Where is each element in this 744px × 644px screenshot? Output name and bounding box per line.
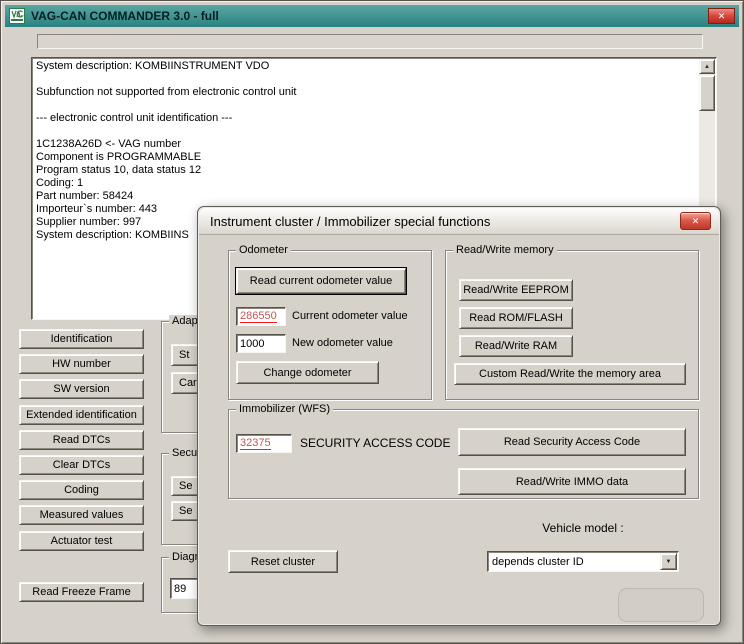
custom-read-write-memory-button[interactable]: Custom Read/Write the memory area bbox=[454, 363, 686, 385]
identification-button[interactable]: Identification bbox=[19, 329, 144, 349]
log-line bbox=[36, 99, 697, 112]
log-line: Subfunction not supported from electroni… bbox=[36, 86, 697, 99]
screen: VAG-CAN COMMANDER 3.0 - full ✕ System de… bbox=[0, 0, 744, 644]
dialog-titlebar[interactable]: Instrument cluster / Immobilizer special… bbox=[199, 208, 719, 235]
vehicle-model-select[interactable]: depends cluster ID ▼ bbox=[487, 551, 679, 572]
diagnostic-address-input[interactable]: 89 bbox=[170, 578, 198, 599]
main-window: VAG-CAN COMMANDER 3.0 - full ✕ System de… bbox=[0, 0, 744, 644]
read-write-eeprom-button[interactable]: Read/Write EEPROM bbox=[459, 279, 573, 301]
dialog-close-icon[interactable]: ✕ bbox=[680, 212, 711, 230]
odometer-group-label: Odometer bbox=[236, 244, 291, 257]
security-access-code-value: 32375 bbox=[240, 437, 271, 450]
window-title: VAG-CAN COMMANDER 3.0 - full bbox=[31, 9, 219, 23]
log-line: Part number: 58424 bbox=[36, 190, 697, 203]
current-odometer-label: Current odometer value bbox=[292, 310, 408, 323]
immobilizer-group-label: Immobilizer (WFS) bbox=[236, 403, 333, 416]
new-odometer-input[interactable]: 1000 bbox=[236, 334, 286, 353]
coding-button[interactable]: Coding bbox=[19, 480, 144, 500]
dialog-title: Instrument cluster / Immobilizer special… bbox=[210, 214, 490, 229]
log-line: Coding: 1 bbox=[36, 177, 697, 190]
immobilizer-group: Immobilizer (WFS) 32375 SECURITY ACCESS … bbox=[228, 409, 699, 499]
log-line bbox=[36, 125, 697, 138]
read-write-ram-button[interactable]: Read/Write RAM bbox=[459, 335, 573, 357]
close-icon[interactable]: ✕ bbox=[708, 8, 735, 24]
adaptation-group-label: Adap bbox=[169, 315, 201, 328]
scrollbar-thumb[interactable] bbox=[699, 75, 715, 111]
current-odometer-value: 286550 bbox=[240, 310, 277, 323]
memory-group-label: Read/Write memory bbox=[453, 244, 557, 257]
diagnostic-address-value: 89 bbox=[174, 583, 186, 595]
log-line: System description: KOMBIINSTRUMENT VDO bbox=[36, 60, 697, 73]
reset-cluster-button[interactable]: Reset cluster bbox=[228, 550, 338, 573]
odometer-group: Odometer Read current odometer value 286… bbox=[228, 250, 432, 400]
change-odometer-button[interactable]: Change odometer bbox=[236, 361, 379, 384]
vehicle-model-selected-value: depends cluster ID bbox=[492, 556, 584, 568]
measured-values-button[interactable]: Measured values bbox=[19, 505, 144, 525]
extended-identification-button[interactable]: Extended identification bbox=[19, 405, 144, 425]
new-odometer-label: New odometer value bbox=[292, 337, 393, 350]
corner-panel bbox=[618, 588, 704, 622]
read-rom-flash-button[interactable]: Read ROM/FLASH bbox=[459, 307, 573, 329]
memory-group: Read/Write memory Read/Write EEPROM Read… bbox=[445, 250, 699, 400]
log-line: 1C1238A26D <- VAG number bbox=[36, 138, 697, 151]
new-odometer-value: 1000 bbox=[240, 338, 264, 350]
progress-bar bbox=[37, 34, 703, 49]
security-access-code-input[interactable]: 32375 bbox=[236, 434, 292, 453]
hw-number-button[interactable]: HW number bbox=[19, 354, 144, 374]
actuator-test-button[interactable]: Actuator test bbox=[19, 531, 144, 551]
chevron-down-icon[interactable]: ▼ bbox=[660, 553, 677, 570]
main-titlebar[interactable]: VAG-CAN COMMANDER 3.0 - full ✕ bbox=[5, 5, 739, 27]
sw-version-button[interactable]: SW version bbox=[19, 379, 144, 399]
security-group-label: Secu bbox=[169, 447, 200, 460]
log-line bbox=[36, 73, 697, 86]
read-security-access-code-button[interactable]: Read Security Access Code bbox=[458, 428, 686, 456]
scrollbar-up-icon[interactable]: ▲ bbox=[699, 59, 715, 74]
read-freeze-frame-button[interactable]: Read Freeze Frame bbox=[19, 582, 144, 602]
read-write-immo-data-button[interactable]: Read/Write IMMO data bbox=[458, 468, 686, 495]
special-functions-dialog: Instrument cluster / Immobilizer special… bbox=[197, 206, 721, 626]
vehicle-model-label: Vehicle model : bbox=[487, 522, 679, 535]
clear-dtcs-button[interactable]: Clear DTCs bbox=[19, 455, 144, 475]
log-line: Program status 10, data status 12 bbox=[36, 164, 697, 177]
read-dtcs-button[interactable]: Read DTCs bbox=[19, 430, 144, 450]
security-access-code-label: SECURITY ACCESS CODE bbox=[300, 437, 450, 450]
current-odometer-input[interactable]: 286550 bbox=[236, 307, 286, 326]
log-line: Component is PROGRAMMABLE bbox=[36, 151, 697, 164]
app-icon bbox=[9, 8, 25, 24]
read-current-odometer-button[interactable]: Read current odometer value bbox=[236, 268, 406, 294]
log-line: --- electronic control unit identificati… bbox=[36, 112, 697, 125]
